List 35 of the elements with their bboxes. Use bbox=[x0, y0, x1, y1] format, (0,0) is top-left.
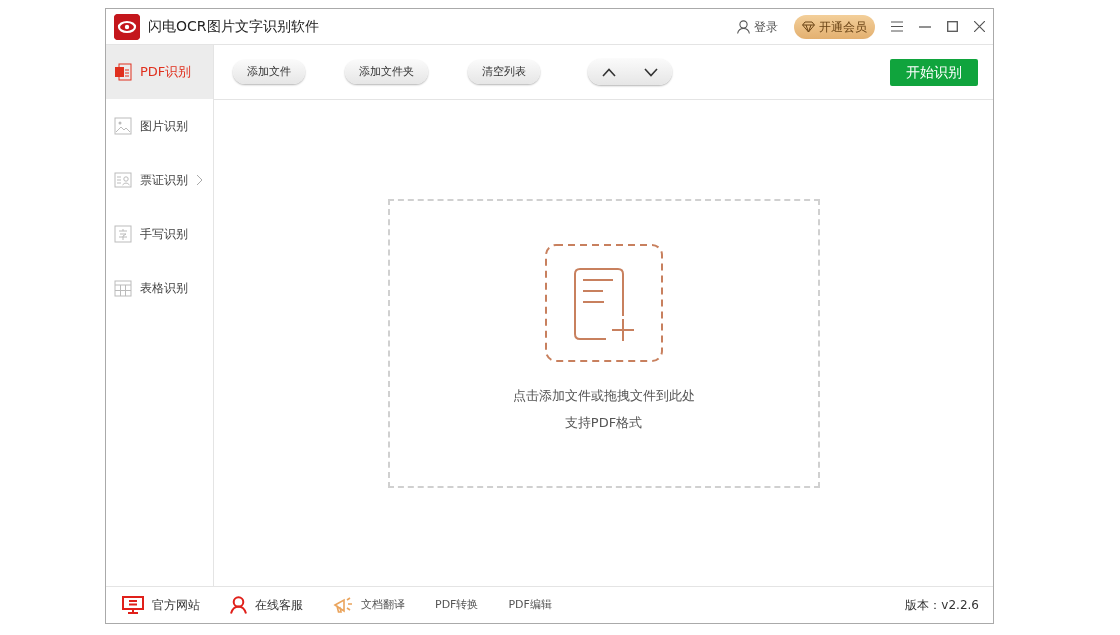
menu-icon[interactable] bbox=[891, 21, 903, 32]
footer-link[interactable]: PDF转换 bbox=[435, 596, 479, 614]
drop-hint: 点击添加文件或拖拽文件到此处 bbox=[512, 386, 695, 405]
monitor-icon bbox=[122, 596, 144, 614]
close-icon[interactable] bbox=[974, 21, 985, 32]
maximize-icon[interactable] bbox=[947, 21, 958, 32]
chevron-up-icon bbox=[602, 68, 616, 78]
chevron-right-icon bbox=[196, 174, 203, 186]
user-icon bbox=[737, 19, 750, 34]
drop-zone[interactable]: 点击添加文件或拖拽文件到此处 支持PDF格式 bbox=[387, 198, 820, 488]
vip-button[interactable]: 开通会员 bbox=[794, 14, 875, 39]
footer-link[interactable]: PDF编辑 bbox=[508, 596, 552, 614]
diamond-icon bbox=[802, 20, 815, 33]
toolbar-button[interactable]: 清空列表 bbox=[468, 59, 540, 85]
chevron-down-icon bbox=[644, 68, 658, 78]
format-hint: 支持PDF格式 bbox=[564, 414, 643, 432]
app-logo-icon bbox=[114, 13, 140, 40]
person-icon bbox=[230, 596, 247, 614]
window-title: 闪电OCR图片文字识别软件 bbox=[148, 17, 319, 36]
sidebar-item[interactable]: PDF识别 bbox=[106, 45, 213, 99]
handwriting-icon bbox=[114, 225, 132, 243]
add-document-icon bbox=[544, 243, 663, 362]
minimize-icon[interactable] bbox=[919, 25, 931, 28]
version-label: 版本：v2.2.6 bbox=[905, 597, 979, 614]
toolbar-button[interactable]: 添加文件 bbox=[233, 59, 305, 85]
footer-link[interactable]: 文档翻译 bbox=[333, 596, 405, 614]
pdf-file-icon bbox=[114, 63, 132, 81]
footer-link[interactable]: 在线客服 bbox=[230, 596, 303, 614]
footer-link[interactable]: 官方网站 bbox=[122, 596, 200, 614]
toolbar-button[interactable]: 添加文件夹 bbox=[345, 59, 428, 85]
login-button[interactable]: 登录 bbox=[737, 17, 778, 36]
image-icon bbox=[114, 117, 132, 135]
megaphone-icon bbox=[333, 596, 353, 614]
id-card-icon bbox=[114, 172, 132, 188]
table-icon bbox=[114, 279, 132, 297]
